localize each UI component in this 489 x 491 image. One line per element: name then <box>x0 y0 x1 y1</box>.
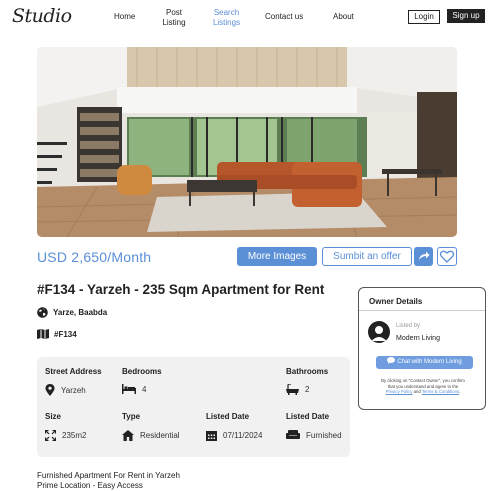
site-logo[interactable]: Studio <box>12 5 72 27</box>
submit-offer-button[interactable]: Sumbit an offer <box>322 247 412 266</box>
listed-date-value: 07/11/2024 <box>206 430 262 441</box>
nav-post-listing-line1: Post <box>165 8 182 17</box>
user-icon <box>371 326 387 341</box>
owner-name[interactable]: Modern Living <box>396 335 440 342</box>
globe-icon <box>37 307 48 318</box>
calendar-icon <box>206 431 217 441</box>
bathrooms-value: 2 <box>286 384 309 395</box>
nav-about[interactable]: About <box>333 12 354 22</box>
listing-main-image[interactable] <box>37 47 457 237</box>
nav-search-listings[interactable]: Search Listings <box>209 8 244 28</box>
bed-icon <box>122 384 136 394</box>
bedrooms-text: 4 <box>142 384 147 394</box>
nav-search-listings-line1: Search <box>213 8 240 17</box>
type-text: Residential <box>140 431 180 440</box>
sofa-icon <box>286 430 300 439</box>
chat-bubble-icon <box>387 357 396 364</box>
bathrooms-text: 2 <box>305 385 310 394</box>
terms-link[interactable]: Terms & Conditions <box>422 389 459 394</box>
login-button[interactable]: Login <box>408 10 440 24</box>
more-images-button[interactable]: More Images <box>237 247 317 266</box>
location-pin-icon <box>45 384 55 396</box>
chat-with-owner-button[interactable]: Chat with Modern Living <box>376 356 473 369</box>
nav-search-listings-line2: Listings <box>212 18 241 27</box>
owner-details-card: Owner Details Listed by Modern Living Ch… <box>358 287 486 410</box>
size-label: Size <box>45 412 62 421</box>
period-text: . <box>459 389 461 394</box>
reference-text: #F134 <box>54 329 77 339</box>
disclaimer-line-3: Privacy Policy and Terms & Conditions. <box>368 389 478 395</box>
bathrooms-label: Bathrooms <box>286 367 329 376</box>
privacy-policy-link[interactable]: Privacy Policy <box>386 389 413 394</box>
type-value: Residential <box>122 430 180 441</box>
listed-date-label-2: Listed Date <box>286 412 330 421</box>
divider <box>359 310 485 311</box>
size-text: 235m2 <box>62 431 87 440</box>
nav-post-listing[interactable]: Post Listing <box>160 8 188 28</box>
nav-contact-us[interactable]: Contact us <box>265 12 303 22</box>
reference-row: #F134 <box>37 329 77 339</box>
and-text: and <box>412 389 422 394</box>
street-address-value: Yarzeh <box>45 384 86 396</box>
listed-date-text: 07/11/2024 <box>223 431 263 440</box>
top-navigation: Studio Home Post Listing Search Listings… <box>0 0 489 36</box>
street-address-text: Yarzeh <box>61 385 86 395</box>
type-label: Type <box>122 412 141 421</box>
chat-button-label: Chat with Modern Living <box>397 359 462 365</box>
size-value: 235m2 <box>45 430 86 441</box>
nav-home[interactable]: Home <box>114 12 135 22</box>
property-details-panel: Street Address Bedrooms Bathrooms Yarzeh… <box>37 357 350 457</box>
house-icon <box>122 430 134 441</box>
living-room-photo <box>37 47 457 237</box>
expand-arrows-icon <box>45 430 56 441</box>
map-icon <box>37 329 49 339</box>
signup-button[interactable]: Sign up <box>447 9 485 23</box>
furnishing-value: Furnished <box>286 430 342 440</box>
heart-icon <box>439 250 455 263</box>
listing-description: Furnished Apartment For Rent in Yarzeh P… <box>37 471 180 491</box>
contact-disclaimer: By clicking on "Contact Owner", you conf… <box>368 378 478 395</box>
listing-title: #F134 - Yarzeh - 235 Sqm Apartment for R… <box>37 282 325 297</box>
listed-by-label: Listed by <box>396 323 421 329</box>
share-arrow-icon <box>419 251 430 260</box>
owner-details-heading: Owner Details <box>369 297 423 306</box>
bedrooms-value: 4 <box>122 384 146 394</box>
nav-post-listing-line2: Listing <box>162 18 186 27</box>
location-row: Yarze, Baabda <box>37 307 107 318</box>
bathtub-icon <box>286 384 299 395</box>
street-address-label: Street Address <box>45 367 102 376</box>
location-text: Yarze, Baabda <box>53 308 108 317</box>
favorite-button[interactable] <box>437 247 457 266</box>
listed-date-label: Listed Date <box>206 412 250 421</box>
description-line-1: Furnished Apartment For Rent in Yarzeh <box>37 471 180 480</box>
furnishing-text: Furnished <box>306 430 342 440</box>
disclaimer-line-1: By clicking on "Contact Owner", you conf… <box>381 378 465 383</box>
description-line-2: Prime Location - Easy Access <box>37 481 143 490</box>
bedrooms-label: Bedrooms <box>122 367 162 376</box>
share-button[interactable] <box>414 247 433 266</box>
listing-price: USD 2,650/Month <box>37 249 152 265</box>
owner-avatar[interactable] <box>368 321 390 343</box>
